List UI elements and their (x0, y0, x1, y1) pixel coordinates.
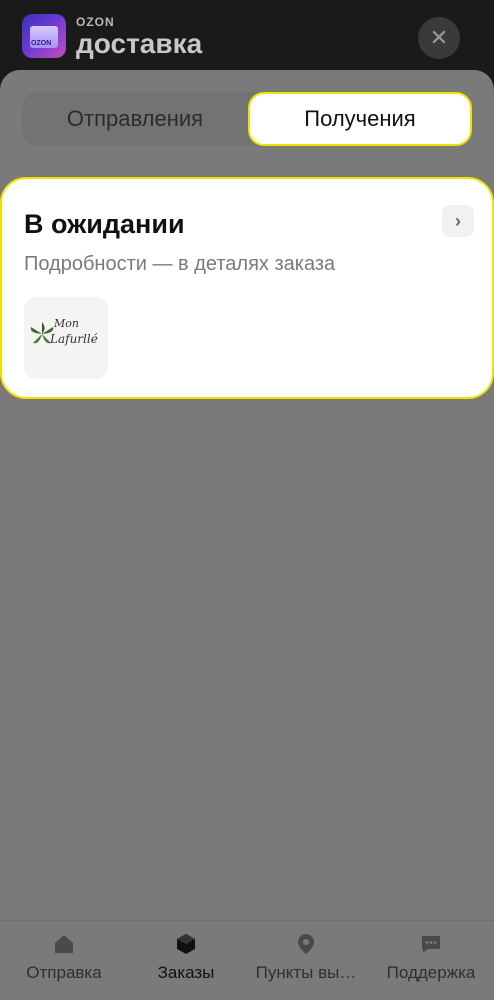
tab-receipts[interactable]: Получения (248, 92, 472, 146)
close-icon: ✕ (429, 25, 449, 50)
thumbnail-text-top: Mon (54, 317, 79, 330)
box-icon (173, 931, 199, 957)
nav-item-pickup-points[interactable]: Пункты вы… (246, 921, 366, 1000)
tab-shipments[interactable]: Отправления (22, 92, 248, 146)
order-status-subtitle: Подробности — в деталях заказа (24, 253, 336, 275)
nav-item-orders[interactable]: Заказы (140, 921, 232, 1000)
nav-item-send[interactable]: Отправка (10, 921, 118, 1000)
orders-tab-switch: Отправления Получения (22, 92, 472, 146)
nav-item-support[interactable]: Поддержка (374, 921, 488, 1000)
chevron-right-icon: › (455, 210, 461, 231)
brand-title: доставка (76, 28, 203, 59)
order-status-title: В ожидании (24, 209, 185, 239)
thumbnail-text-bottom: Lafurllé (50, 332, 98, 346)
close-button[interactable]: ✕ (418, 17, 460, 59)
chat-icon (418, 931, 444, 957)
order-details-button[interactable]: › (442, 205, 474, 237)
product-thumbnail[interactable]: Mon Lafurllé (24, 297, 108, 379)
brand-name: OZON (76, 15, 115, 29)
order-card[interactable]: В ожидании › Подробности — в деталях зак… (0, 177, 494, 399)
location-pin-icon (293, 931, 319, 957)
ozon-app-icon: OZON (22, 14, 66, 58)
home-icon (51, 931, 77, 957)
bottom-navigation: Отправка Заказы Пункты вы… Поддержка (0, 920, 494, 1000)
orders-sheet: Отправления Получения В ожидании › Подро… (0, 70, 494, 1000)
